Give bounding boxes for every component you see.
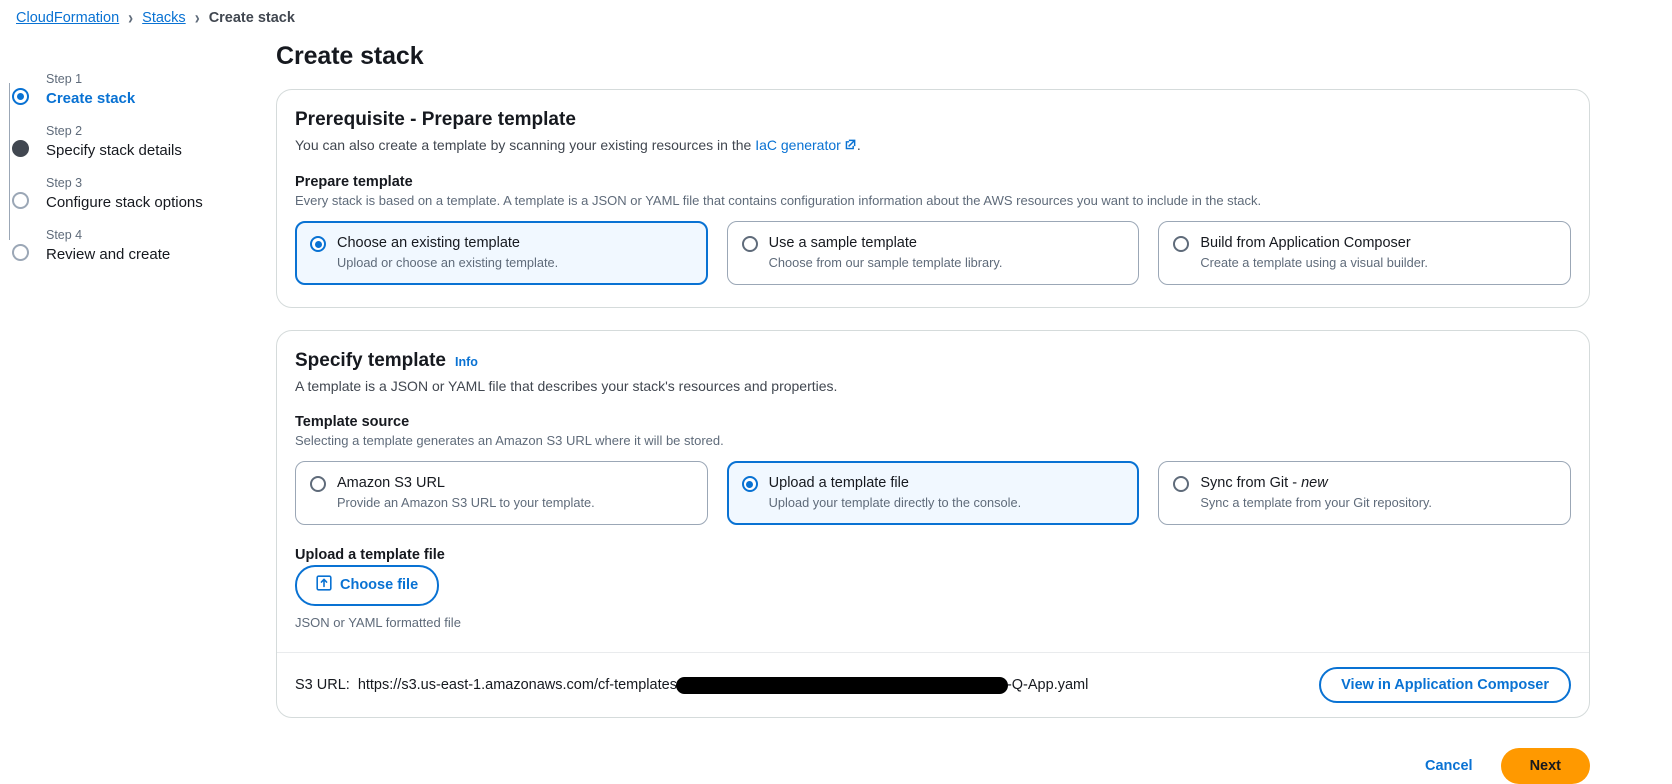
wizard-step-configure-stack-options[interactable]: Step 3 Configure stack options bbox=[11, 176, 276, 228]
template-source-description: Selecting a template generates an Amazon… bbox=[295, 433, 724, 448]
radio-tile-text: Sync from Git - new Sync a template from… bbox=[1200, 474, 1432, 511]
s3-url-row: S3 URL: https://s3.us-east-1.amazonaws.c… bbox=[295, 676, 1089, 694]
radio-tile-upload-a-template-file[interactable]: Upload a template file Upload your templ… bbox=[726, 461, 1140, 525]
radio-indicator[interactable] bbox=[310, 476, 326, 492]
step-number-label: Step 1 bbox=[46, 72, 83, 86]
step-number-label: Step 3 bbox=[46, 176, 83, 190]
choose-file-button-label: Choose file bbox=[340, 577, 419, 593]
radio-tile-sync-from-git[interactable]: Sync from Git - new Sync a template from… bbox=[1158, 461, 1572, 525]
iac-generator-link[interactable]: IaC generator bbox=[755, 137, 841, 153]
radio-tile-title: Build from Application Composer bbox=[1200, 235, 1411, 251]
upload-icon bbox=[316, 575, 332, 596]
s3-url-value: https://s3.us-east-1.amazonaws.com/cf-te… bbox=[357, 676, 1089, 694]
specify-template-heading-text: Specify template bbox=[295, 350, 446, 371]
page-shell: Step 1 Create stack Step 2 Specify stack… bbox=[0, 30, 1672, 784]
step-number-label: Step 4 bbox=[46, 228, 83, 242]
external-link-icon bbox=[844, 136, 857, 156]
radio-tile-title: Amazon S3 URL bbox=[337, 475, 445, 491]
template-source-radio-group: Amazon S3 URL Provide an Amazon S3 URL t… bbox=[295, 461, 1572, 525]
main-content: Create stack Prerequisite - Prepare temp… bbox=[276, 42, 1672, 784]
radio-tile-title: Sync from Git - new bbox=[1200, 475, 1327, 491]
prepare-template-radio-group: Choose an existing template Upload or ch… bbox=[295, 221, 1572, 285]
template-source-label: Template source bbox=[295, 414, 410, 430]
radio-tile-title: Use a sample template bbox=[768, 235, 917, 251]
prerequisite-description-before: You can also create a template by scanni… bbox=[295, 137, 756, 153]
specify-template-card: Specify template Info A template is a JS… bbox=[276, 330, 1590, 718]
breadcrumb-separator-icon: › bbox=[128, 7, 134, 29]
radio-tile-title: Choose an existing template bbox=[337, 235, 520, 251]
prerequisite-heading-text: Prerequisite - Prepare template bbox=[295, 109, 576, 130]
specify-template-description: A template is a JSON or YAML file that d… bbox=[295, 378, 838, 394]
prepare-template-description: Every stack is based on a template. A te… bbox=[295, 193, 1262, 208]
radio-tile-use-sample-template[interactable]: Use a sample template Choose from our sa… bbox=[726, 221, 1140, 285]
s3-url-footer: S3 URL: https://s3.us-east-1.amazonaws.c… bbox=[277, 652, 1589, 717]
prerequisite-heading: Prerequisite - Prepare template bbox=[295, 109, 1571, 131]
s3-url-prefix: https://s3.us-east-1.amazonaws.com/cf-te… bbox=[357, 677, 677, 693]
s3-url-suffix: -Q-App.yaml bbox=[1006, 677, 1089, 693]
step-title: Configure stack options bbox=[46, 194, 203, 211]
radio-indicator[interactable] bbox=[1173, 476, 1190, 492]
step-connector bbox=[9, 83, 10, 136]
radio-indicator[interactable] bbox=[741, 236, 758, 252]
prerequisite-card: Prerequisite - Prepare template You can … bbox=[276, 89, 1590, 308]
breadcrumb: CloudFormation › Stacks › Create stack bbox=[0, 0, 1672, 30]
info-link[interactable]: Info bbox=[455, 355, 478, 369]
prerequisite-description: You can also create a template by scanni… bbox=[295, 135, 1571, 156]
step-title: Review and create bbox=[46, 246, 171, 263]
step-title: Specify stack details bbox=[46, 142, 182, 159]
prerequisite-card-body: Prerequisite - Prepare template You can … bbox=[277, 90, 1589, 307]
view-in-application-composer-button[interactable]: View in Application Composer bbox=[1319, 667, 1571, 703]
radio-tile-description: Choose from our sample template library. bbox=[768, 255, 1003, 270]
prepare-template-label: Prepare template bbox=[295, 174, 413, 190]
radio-tile-title-text: Sync from Git - bbox=[1200, 475, 1302, 491]
specify-template-card-body: Specify template Info A template is a JS… bbox=[277, 331, 1589, 652]
step-marker-empty-icon bbox=[12, 244, 29, 261]
step-connector bbox=[9, 135, 10, 188]
breadcrumb-separator-icon: › bbox=[194, 7, 200, 29]
radio-tile-text: Build from Application Composer Create a… bbox=[1200, 234, 1428, 271]
step-marker-current-icon bbox=[12, 88, 29, 105]
step-number-label: Step 2 bbox=[46, 124, 83, 138]
radio-tile-description: Create a template using a visual builder… bbox=[1200, 255, 1428, 270]
wizard-step-specify-stack-details[interactable]: Step 2 Specify stack details bbox=[11, 124, 276, 176]
radio-tile-text: Amazon S3 URL Provide an Amazon S3 URL t… bbox=[337, 474, 595, 511]
upload-template-file-label: Upload a template file bbox=[295, 547, 445, 563]
radio-tile-description: Provide an Amazon S3 URL to your templat… bbox=[337, 495, 595, 510]
form-actions: Cancel Next bbox=[276, 740, 1590, 784]
wizard-step-navigation: Step 1 Create stack Step 2 Specify stack… bbox=[0, 42, 276, 280]
upload-template-file-block: Upload a template file Choose file JSON … bbox=[295, 547, 1571, 630]
breadcrumb-item-create-stack: Create stack bbox=[208, 10, 295, 26]
wizard-step-review-and-create[interactable]: Step 4 Review and create bbox=[11, 228, 276, 280]
radio-tile-build-from-application-composer[interactable]: Build from Application Composer Create a… bbox=[1158, 221, 1572, 285]
radio-indicator-selected[interactable] bbox=[310, 236, 326, 252]
s3-url-label: S3 URL: bbox=[295, 677, 350, 693]
radio-tile-title: Upload a template file bbox=[768, 475, 909, 491]
radio-tile-title-badge: new bbox=[1301, 475, 1328, 491]
breadcrumb-item-cloudformation[interactable]: CloudFormation bbox=[16, 10, 119, 26]
upload-file-format-hint: JSON or YAML formatted file bbox=[295, 615, 461, 630]
cancel-button[interactable]: Cancel bbox=[1421, 752, 1477, 780]
next-button[interactable]: Next bbox=[1500, 748, 1590, 784]
radio-tile-text: Upload a template file Upload your templ… bbox=[769, 474, 1022, 511]
radio-tile-description: Upload your template directly to the con… bbox=[768, 495, 1022, 510]
radio-tile-description: Upload or choose an existing template. bbox=[337, 255, 559, 270]
prerequisite-description-after: . bbox=[856, 137, 861, 153]
radio-tile-choose-existing-template[interactable]: Choose an existing template Upload or ch… bbox=[295, 221, 708, 285]
step-marker-filled-icon bbox=[12, 140, 29, 157]
radio-tile-description: Sync a template from your Git repository… bbox=[1200, 495, 1432, 510]
page-title: Create stack bbox=[276, 42, 424, 70]
radio-tile-amazon-s3-url[interactable]: Amazon S3 URL Provide an Amazon S3 URL t… bbox=[295, 461, 708, 525]
redacted-bar bbox=[675, 676, 1008, 694]
step-title: Create stack bbox=[46, 90, 136, 107]
choose-file-button[interactable]: Choose file bbox=[295, 565, 440, 606]
radio-indicator-selected[interactable] bbox=[741, 476, 758, 492]
specify-template-heading: Specify template Info bbox=[295, 350, 1571, 372]
radio-indicator[interactable] bbox=[1173, 236, 1190, 252]
breadcrumb-item-stacks[interactable]: Stacks bbox=[142, 10, 186, 26]
wizard-step-create-stack[interactable]: Step 1 Create stack bbox=[11, 72, 276, 124]
step-connector bbox=[9, 187, 10, 240]
radio-tile-text: Choose an existing template Upload or ch… bbox=[337, 234, 558, 271]
radio-tile-text: Use a sample template Choose from our sa… bbox=[769, 234, 1003, 271]
step-marker-empty-icon bbox=[12, 192, 29, 209]
